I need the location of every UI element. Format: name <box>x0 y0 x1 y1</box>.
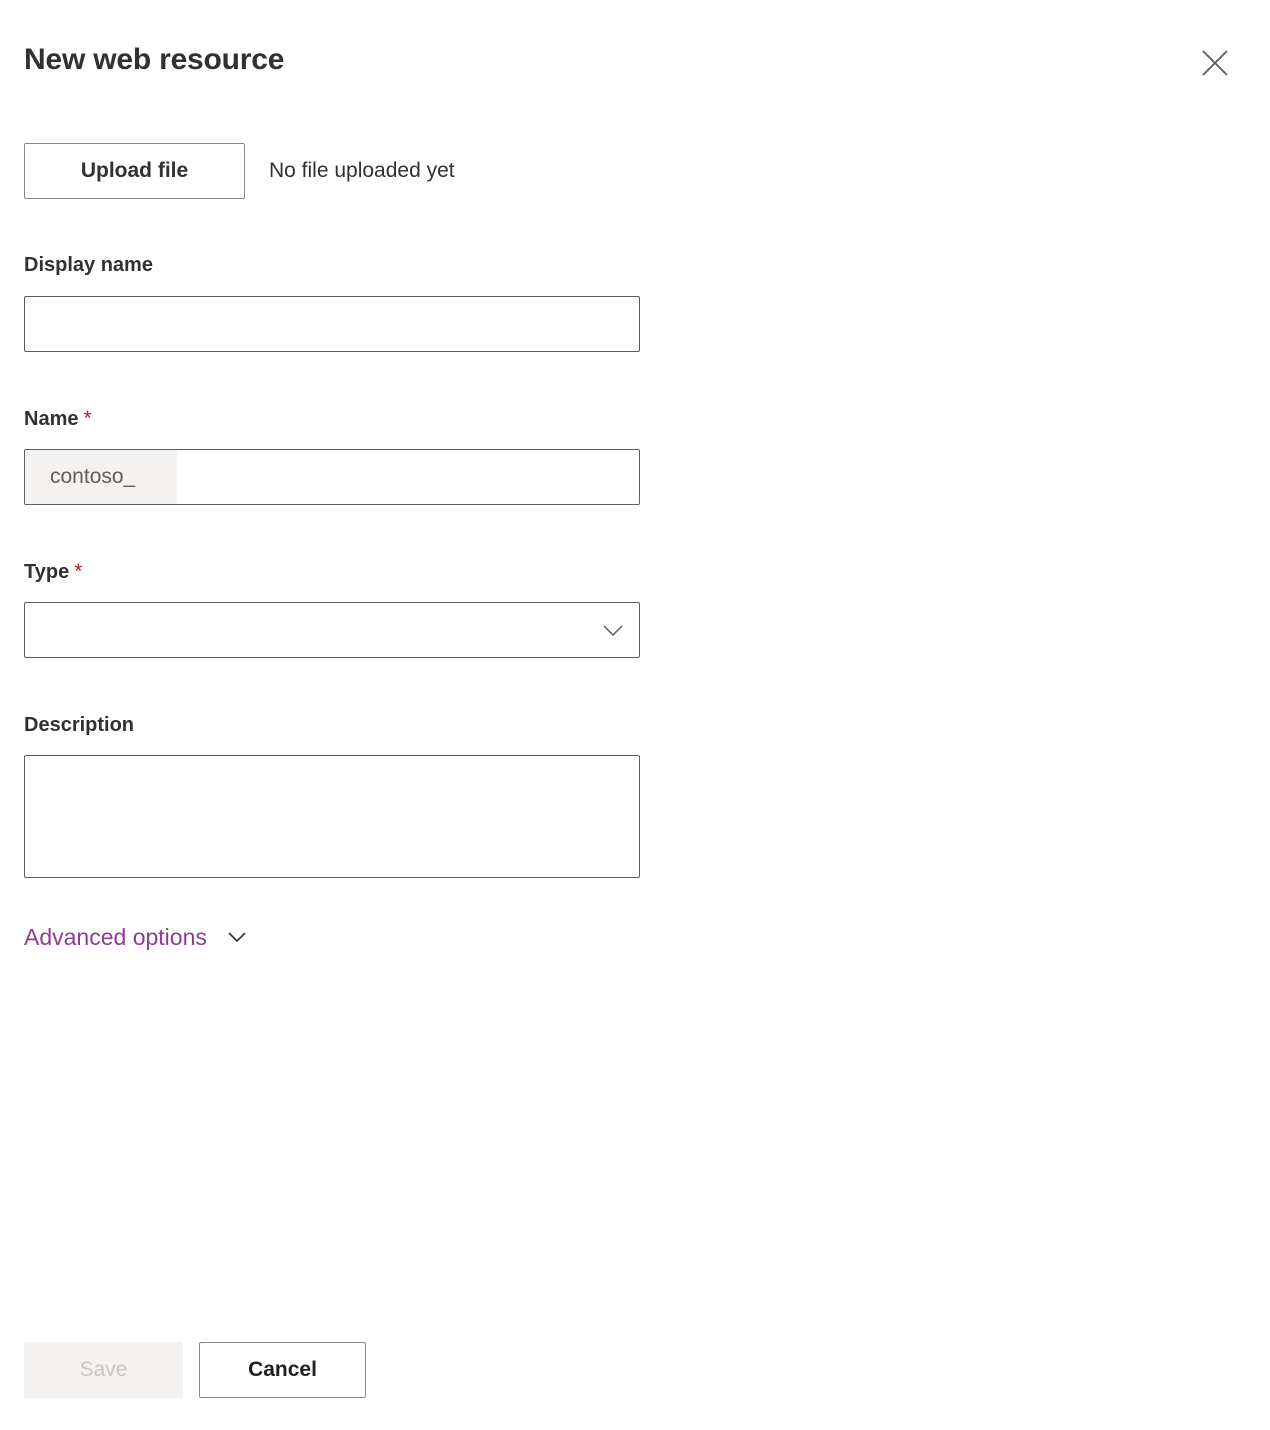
type-label: Type * <box>24 559 82 585</box>
name-label: Name * <box>24 406 92 432</box>
description-label-text: Description <box>24 714 135 736</box>
name-label-text: Name <box>24 408 79 430</box>
chevron-down-icon <box>223 923 251 951</box>
close-icon <box>1198 46 1232 80</box>
type-dropdown[interactable] <box>24 602 640 658</box>
name-input-group: contoso_ <box>24 449 640 505</box>
advanced-options-toggle[interactable]: Advanced options <box>24 922 251 952</box>
name-prefix-label: contoso_ <box>25 450 177 504</box>
advanced-options-label: Advanced options <box>24 924 207 950</box>
chevron-down-icon <box>597 615 629 645</box>
description-label: Description <box>24 712 134 738</box>
new-web-resource-panel: New web resource Upload file No file upl… <box>0 0 1270 1430</box>
display-name-label-text: Display name <box>24 254 153 276</box>
upload-file-button[interactable]: Upload file <box>24 143 245 199</box>
upload-status-text: No file uploaded yet <box>269 159 455 182</box>
name-input[interactable] <box>177 450 639 504</box>
upload-row: Upload file No file uploaded yet <box>24 143 455 199</box>
page-title: New web resource <box>24 43 285 76</box>
display-name-label: Display name <box>24 252 153 278</box>
name-required-asterisk: * <box>83 407 92 430</box>
type-required-asterisk: * <box>74 560 83 583</box>
panel-header: New web resource <box>0 0 1270 120</box>
cancel-button[interactable]: Cancel <box>199 1342 366 1398</box>
type-label-text: Type <box>24 561 70 583</box>
close-button[interactable] <box>1191 39 1239 87</box>
description-textarea[interactable] <box>24 755 640 878</box>
display-name-input[interactable] <box>24 296 640 352</box>
panel-footer: Save Cancel <box>24 1342 366 1398</box>
save-button[interactable]: Save <box>24 1342 183 1398</box>
